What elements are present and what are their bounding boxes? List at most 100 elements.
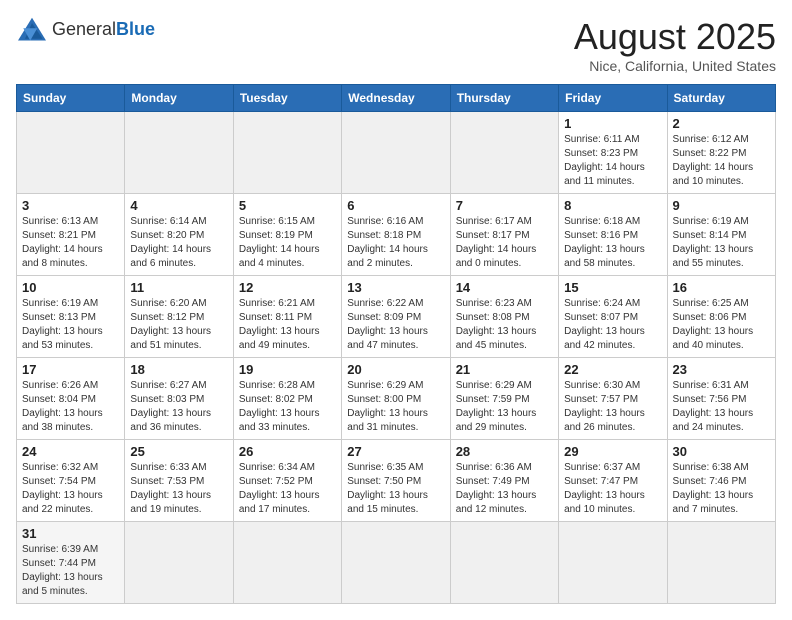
day-info: Sunrise: 6:29 AM Sunset: 7:59 PM Dayligh… xyxy=(456,379,553,435)
calendar-cell xyxy=(342,112,450,194)
calendar-cell: 29Sunrise: 6:37 AM Sunset: 7:47 PM Dayli… xyxy=(559,440,667,522)
calendar-cell: 28 Sunrise: 6:36 AM Sunset: 7:49 PM Dayli… xyxy=(450,440,558,522)
day-info: Sunrise: 6:16 AM Sunset: 8:18 PM Dayligh… xyxy=(347,215,444,271)
week-row-1: 1Sunrise: 6:11 AM Sunset: 8:23 PM Daylig… xyxy=(17,112,776,194)
calendar-cell: 16Sunrise: 6:25 AM Sunset: 8:06 PM Dayli… xyxy=(667,276,775,358)
logo-text: GeneralBlue xyxy=(52,20,155,40)
day-header-wednesday: Wednesday xyxy=(342,85,450,112)
calendar-title: August 2025 xyxy=(574,16,776,58)
day-info: Sunrise: 6:13 AM Sunset: 8:21 PM Dayligh… xyxy=(22,215,119,271)
day-number: 7 xyxy=(456,198,553,213)
day-info: Sunrise: 6:36 AM Sunset: 7:49 PM Dayligh… xyxy=(456,461,553,517)
calendar-cell: 30 Sunrise: 6:38 AM Sunset: 7:46 PM Dayli… xyxy=(667,440,775,522)
day-info: Sunrise: 6:17 AM Sunset: 8:17 PM Dayligh… xyxy=(456,215,553,271)
calendar-cell: 17Sunrise: 6:26 AM Sunset: 8:04 PM Dayli… xyxy=(17,358,125,440)
day-number: 3 xyxy=(22,198,119,213)
calendar-cell: 20 Sunrise: 6:29 AM Sunset: 8:00 PM Dayli… xyxy=(342,358,450,440)
day-info: Sunrise: 6:23 AM Sunset: 8:08 PM Dayligh… xyxy=(456,297,553,353)
calendar-cell xyxy=(450,522,558,604)
calendar-cell: 4 Sunrise: 6:14 AM Sunset: 8:20 PM Daylig… xyxy=(125,194,233,276)
title-area: August 2025 Nice, California, United Sta… xyxy=(574,16,776,74)
day-info: Sunrise: 6:34 AM Sunset: 7:52 PM Dayligh… xyxy=(239,461,336,517)
day-number: 12 xyxy=(239,280,336,295)
calendar-cell xyxy=(233,112,341,194)
day-info: Sunrise: 6:31 AM Sunset: 7:56 PM Dayligh… xyxy=(673,379,770,435)
calendar-cell: 3 Sunrise: 6:13 AM Sunset: 8:21 PM Daylig… xyxy=(17,194,125,276)
day-info: Sunrise: 6:28 AM Sunset: 8:02 PM Dayligh… xyxy=(239,379,336,435)
day-info: Sunrise: 6:38 AM Sunset: 7:46 PM Dayligh… xyxy=(673,461,770,517)
day-number: 25 xyxy=(130,444,227,459)
week-row-2: 3 Sunrise: 6:13 AM Sunset: 8:21 PM Daylig… xyxy=(17,194,776,276)
calendar-cell: 22 Sunrise: 6:30 AM Sunset: 7:57 PM Dayli… xyxy=(559,358,667,440)
day-number: 1 xyxy=(564,116,661,131)
day-info: Sunrise: 6:27 AM Sunset: 8:03 PM Dayligh… xyxy=(130,379,227,435)
day-number: 23 xyxy=(673,362,770,377)
day-number: 17 xyxy=(22,362,119,377)
day-info: Sunrise: 6:14 AM Sunset: 8:20 PM Dayligh… xyxy=(130,215,227,271)
day-info: Sunrise: 6:19 AM Sunset: 8:13 PM Dayligh… xyxy=(22,297,119,353)
calendar-cell: 6 Sunrise: 6:16 AM Sunset: 8:18 PM Daylig… xyxy=(342,194,450,276)
calendar-cell: 19 Sunrise: 6:28 AM Sunset: 8:02 PM Dayli… xyxy=(233,358,341,440)
calendar-cell: 1Sunrise: 6:11 AM Sunset: 8:23 PM Daylig… xyxy=(559,112,667,194)
calendar-cell: 27Sunrise: 6:35 AM Sunset: 7:50 PM Dayli… xyxy=(342,440,450,522)
day-number: 16 xyxy=(673,280,770,295)
week-row-5: 24 Sunrise: 6:32 AM Sunset: 7:54 PM Dayli… xyxy=(17,440,776,522)
day-number: 26 xyxy=(239,444,336,459)
week-row-6: 31Sunrise: 6:39 AM Sunset: 7:44 PM Dayli… xyxy=(17,522,776,604)
day-number: 9 xyxy=(673,198,770,213)
calendar-cell: 11Sunrise: 6:20 AM Sunset: 8:12 PM Dayli… xyxy=(125,276,233,358)
calendar-cell: 24 Sunrise: 6:32 AM Sunset: 7:54 PM Dayli… xyxy=(17,440,125,522)
day-number: 13 xyxy=(347,280,444,295)
calendar-cell: 7 Sunrise: 6:17 AM Sunset: 8:17 PM Daylig… xyxy=(450,194,558,276)
day-header-tuesday: Tuesday xyxy=(233,85,341,112)
header-row: SundayMondayTuesdayWednesdayThursdayFrid… xyxy=(17,85,776,112)
day-number: 22 xyxy=(564,362,661,377)
calendar-cell: 31Sunrise: 6:39 AM Sunset: 7:44 PM Dayli… xyxy=(17,522,125,604)
logo: GeneralBlue xyxy=(16,16,155,44)
calendar-cell: 13 Sunrise: 6:22 AM Sunset: 8:09 PM Dayli… xyxy=(342,276,450,358)
day-number: 30 xyxy=(673,444,770,459)
calendar-cell: 15 Sunrise: 6:24 AM Sunset: 8:07 PM Dayli… xyxy=(559,276,667,358)
logo-blue: Blue xyxy=(116,19,155,39)
calendar-cell: 2Sunrise: 6:12 AM Sunset: 8:22 PM Daylig… xyxy=(667,112,775,194)
day-info: Sunrise: 6:35 AM Sunset: 7:50 PM Dayligh… xyxy=(347,461,444,517)
day-info: Sunrise: 6:33 AM Sunset: 7:53 PM Dayligh… xyxy=(130,461,227,517)
calendar-cell xyxy=(450,112,558,194)
calendar-cell: 12 Sunrise: 6:21 AM Sunset: 8:11 PM Dayli… xyxy=(233,276,341,358)
day-info: Sunrise: 6:32 AM Sunset: 7:54 PM Dayligh… xyxy=(22,461,119,517)
day-number: 28 xyxy=(456,444,553,459)
day-info: Sunrise: 6:39 AM Sunset: 7:44 PM Dayligh… xyxy=(22,543,119,599)
day-number: 21 xyxy=(456,362,553,377)
calendar-cell xyxy=(233,522,341,604)
calendar-cell: 21 Sunrise: 6:29 AM Sunset: 7:59 PM Dayli… xyxy=(450,358,558,440)
day-number: 4 xyxy=(130,198,227,213)
day-info: Sunrise: 6:20 AM Sunset: 8:12 PM Dayligh… xyxy=(130,297,227,353)
page-header: GeneralBlue August 2025 Nice, California… xyxy=(16,16,776,74)
day-number: 6 xyxy=(347,198,444,213)
calendar-cell: 26 Sunrise: 6:34 AM Sunset: 7:52 PM Dayli… xyxy=(233,440,341,522)
calendar-subtitle: Nice, California, United States xyxy=(574,58,776,74)
day-info: Sunrise: 6:18 AM Sunset: 8:16 PM Dayligh… xyxy=(564,215,661,271)
calendar-cell: 9Sunrise: 6:19 AM Sunset: 8:14 PM Daylig… xyxy=(667,194,775,276)
day-info: Sunrise: 6:22 AM Sunset: 8:09 PM Dayligh… xyxy=(347,297,444,353)
day-number: 15 xyxy=(564,280,661,295)
day-number: 19 xyxy=(239,362,336,377)
day-info: Sunrise: 6:24 AM Sunset: 8:07 PM Dayligh… xyxy=(564,297,661,353)
calendar-cell xyxy=(667,522,775,604)
calendar-cell xyxy=(125,522,233,604)
day-number: 18 xyxy=(130,362,227,377)
day-header-thursday: Thursday xyxy=(450,85,558,112)
day-info: Sunrise: 6:30 AM Sunset: 7:57 PM Dayligh… xyxy=(564,379,661,435)
calendar-cell: 10Sunrise: 6:19 AM Sunset: 8:13 PM Dayli… xyxy=(17,276,125,358)
day-number: 20 xyxy=(347,362,444,377)
calendar-cell xyxy=(125,112,233,194)
day-info: Sunrise: 6:21 AM Sunset: 8:11 PM Dayligh… xyxy=(239,297,336,353)
calendar-cell: 25 Sunrise: 6:33 AM Sunset: 7:53 PM Dayli… xyxy=(125,440,233,522)
day-header-saturday: Saturday xyxy=(667,85,775,112)
calendar-cell: 5Sunrise: 6:15 AM Sunset: 8:19 PM Daylig… xyxy=(233,194,341,276)
day-info: Sunrise: 6:29 AM Sunset: 8:00 PM Dayligh… xyxy=(347,379,444,435)
day-info: Sunrise: 6:12 AM Sunset: 8:22 PM Dayligh… xyxy=(673,133,770,189)
day-number: 5 xyxy=(239,198,336,213)
day-number: 8 xyxy=(564,198,661,213)
day-number: 24 xyxy=(22,444,119,459)
